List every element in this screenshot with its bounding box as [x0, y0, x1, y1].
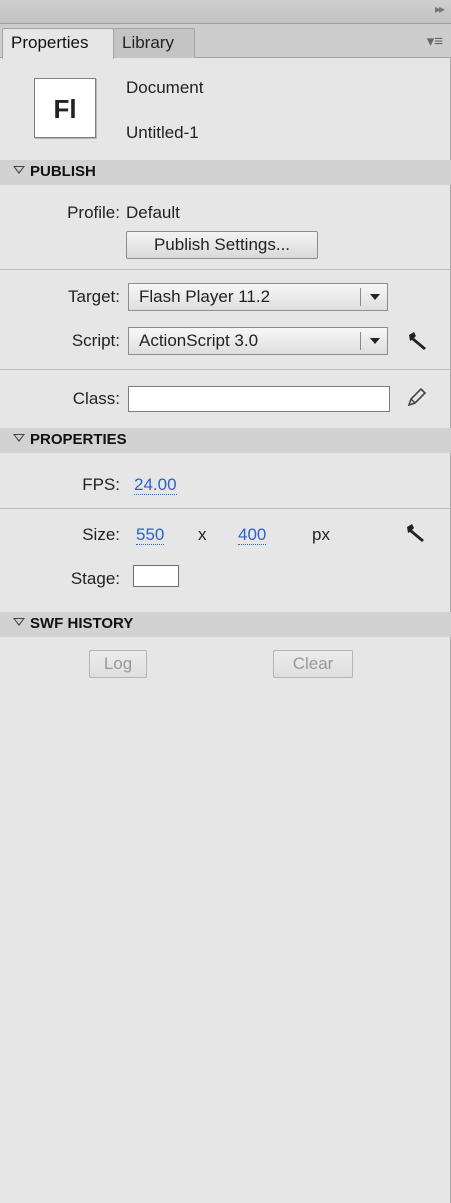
document-type-icon: Fl: [34, 78, 96, 138]
publish-settings-button[interactable]: Publish Settings...: [126, 231, 318, 259]
collapse-panel-icon[interactable]: ▸▸: [435, 2, 445, 16]
edit-class-pencil-icon[interactable]: [404, 385, 428, 409]
log-button[interactable]: Log: [89, 650, 147, 678]
size-separator: x: [198, 525, 207, 544]
section-header-publish[interactable]: PUBLISH: [0, 160, 451, 185]
divider: [0, 508, 451, 509]
fps-label: FPS:: [82, 475, 120, 494]
collapse-triangle-icon[interactable]: [13, 434, 25, 442]
stage-label: Stage:: [70, 569, 120, 588]
properties-panel: ▸▸ Properties Library ▾≡ Fl Document Unt…: [0, 0, 451, 1203]
section-title-swf-history: SWF HISTORY: [30, 615, 134, 632]
script-settings-wrench-icon[interactable]: [406, 329, 430, 353]
tab-library[interactable]: Library: [113, 28, 195, 58]
target-select[interactable]: Flash Player 11.2: [128, 283, 388, 311]
section-header-properties[interactable]: PROPERTIES: [0, 428, 451, 453]
divider: [0, 369, 451, 370]
class-label: Class:: [72, 389, 120, 408]
size-unit: px: [312, 525, 330, 544]
tab-properties[interactable]: Properties: [2, 28, 114, 59]
size-label: Size:: [82, 525, 120, 544]
section-header-swf-history[interactable]: SWF HISTORY: [0, 612, 451, 637]
select-separator: [360, 332, 361, 350]
fps-value[interactable]: 24.00: [134, 475, 177, 495]
section-title-properties: PROPERTIES: [30, 431, 127, 448]
document-name: Untitled-1: [126, 123, 199, 142]
size-settings-wrench-icon[interactable]: [404, 521, 428, 545]
script-label: Script:: [71, 331, 120, 350]
divider: [0, 269, 451, 270]
panel-menu-icon[interactable]: ▾≡: [427, 32, 443, 50]
script-select[interactable]: ActionScript 3.0: [128, 327, 388, 355]
select-separator: [360, 288, 361, 306]
class-input[interactable]: [128, 386, 390, 412]
panel-grip-bar[interactable]: ▸▸: [0, 0, 451, 24]
document-type-label: Document: [126, 78, 204, 97]
dropdown-arrow-icon[interactable]: [370, 338, 380, 344]
script-select-value: ActionScript 3.0: [139, 331, 259, 350]
profile-value: Default: [126, 203, 180, 222]
section-title-publish: PUBLISH: [30, 163, 96, 180]
dropdown-arrow-icon[interactable]: [370, 294, 380, 300]
collapse-triangle-icon[interactable]: [13, 166, 25, 174]
clear-button[interactable]: Clear: [273, 650, 353, 678]
target-label: Target:: [68, 287, 120, 306]
stage-height-value[interactable]: 400: [238, 525, 267, 545]
target-select-value: Flash Player 11.2: [139, 287, 271, 306]
stage-width-value[interactable]: 550: [136, 525, 165, 545]
stage-color-swatch[interactable]: [133, 565, 179, 587]
panel-tab-strip: Properties Library ▾≡: [0, 24, 451, 59]
collapse-triangle-icon[interactable]: [13, 618, 25, 626]
profile-label: Profile:: [67, 203, 120, 222]
